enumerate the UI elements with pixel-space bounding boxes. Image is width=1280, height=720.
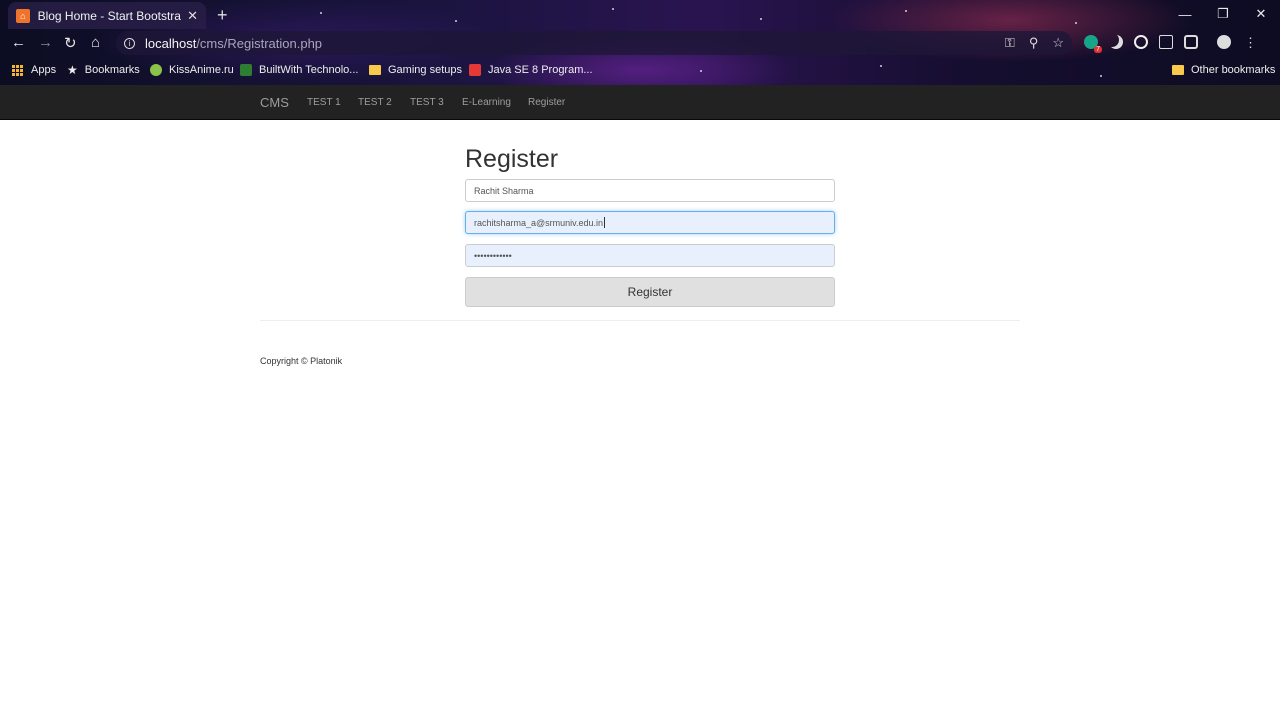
- url-host: localhost: [145, 35, 197, 51]
- tab-title: Blog Home - Start Bootstrap Tem: [37, 8, 182, 23]
- home-icon[interactable]: ⌂: [91, 34, 100, 51]
- close-tab-icon[interactable]: ✕: [187, 8, 198, 24]
- bookmark-label: Gaming setups: [388, 64, 462, 76]
- folder-icon: [369, 65, 381, 75]
- address-bar[interactable]: i localhost /cms/Registration.php ⚿ ⚲ ☆: [116, 31, 1072, 55]
- text-caret: [604, 217, 606, 228]
- page-title: Register: [465, 145, 559, 173]
- nav-link-test1[interactable]: TEST 1: [307, 97, 341, 108]
- profile-avatar-icon[interactable]: [1217, 35, 1231, 49]
- bookmark-label: Java SE 8 Program...: [488, 64, 593, 76]
- bookmark-star-icon[interactable]: ☆: [1052, 35, 1064, 51]
- maximize-icon[interactable]: ❐: [1204, 0, 1242, 28]
- bookmark-builtwith[interactable]: BuiltWith Technolo...: [240, 64, 358, 76]
- folder-icon: [1172, 65, 1184, 75]
- apps-grid-icon: [12, 64, 23, 76]
- kissanime-icon: [150, 64, 162, 76]
- cast-icon[interactable]: [1184, 35, 1198, 49]
- browser-tab[interactable]: ⌂ Blog Home - Start Bootstrap Tem ✕: [8, 2, 206, 29]
- bookmark-label: Bookmarks: [84, 64, 140, 76]
- nav-link-test2[interactable]: TEST 2: [358, 97, 392, 108]
- site-info-icon[interactable]: i: [124, 37, 135, 49]
- bookmarks-bar: Apps ★ Bookmarks KissAnime.ru BuiltWith …: [0, 58, 1280, 82]
- close-window-icon[interactable]: ✕: [1242, 0, 1280, 28]
- register-button[interactable]: Register: [465, 277, 835, 307]
- email-input-value: rachitsharma_a@srmuniv.edu.in: [474, 217, 604, 228]
- oracle-icon: [469, 64, 481, 76]
- zoom-icon[interactable]: ⚲: [1029, 35, 1039, 51]
- menu-dots-icon[interactable]: ⋮: [1244, 35, 1257, 51]
- nav-link-register[interactable]: Register: [528, 97, 565, 108]
- reload-icon[interactable]: ↻: [64, 34, 77, 52]
- nav-link-elearning[interactable]: E-Learning: [462, 97, 511, 108]
- back-icon[interactable]: ←: [11, 34, 26, 51]
- bookmark-java[interactable]: Java SE 8 Program...: [469, 64, 593, 76]
- star-icon: ★: [67, 63, 78, 77]
- forward-icon[interactable]: →: [38, 34, 53, 51]
- browser-toolbar: ← → ↻ ⌂ i localhost /cms/Registration.ph…: [0, 29, 1280, 57]
- bookmark-apps[interactable]: Apps: [12, 64, 56, 76]
- speed-dial-icon[interactable]: [1134, 35, 1148, 49]
- footer-divider: [260, 320, 1020, 321]
- extension-badge: 7: [1094, 46, 1102, 53]
- bookmark-bookmarks[interactable]: ★ Bookmarks: [67, 63, 140, 77]
- name-input[interactable]: Rachit Sharma: [465, 179, 835, 202]
- builtwith-icon: [240, 64, 252, 76]
- navbar-brand[interactable]: CMS: [260, 95, 289, 110]
- nav-link-test3[interactable]: TEST 3: [410, 97, 444, 108]
- bookmark-other[interactable]: Other bookmarks: [1172, 64, 1275, 76]
- new-tab-icon[interactable]: +: [217, 5, 228, 26]
- extension-icons: 7 ⋮: [1084, 35, 1257, 53]
- key-icon[interactable]: ⚿: [1005, 35, 1015, 51]
- name-input-value: Rachit Sharma: [474, 185, 534, 196]
- bookmark-label: BuiltWith Technolo...: [259, 64, 359, 76]
- bookmark-label: KissAnime.ru: [169, 64, 234, 76]
- site-navbar: CMS TEST 1 TEST 2 TEST 3 E-Learning Regi…: [0, 85, 1280, 120]
- password-input-value: ••••••••••••: [474, 250, 512, 261]
- copyright-text: Copyright © Platonik: [260, 356, 343, 366]
- copy-extension-icon[interactable]: [1159, 35, 1173, 49]
- bookmark-label: Apps: [31, 64, 57, 76]
- url-path: /cms/Registration.php: [196, 35, 323, 51]
- site-favicon-icon: ⌂: [16, 8, 30, 23]
- dark-mode-icon[interactable]: [1109, 35, 1123, 49]
- minimize-icon[interactable]: —: [1166, 0, 1204, 28]
- password-input[interactable]: ••••••••••••: [465, 244, 835, 267]
- bookmark-gaming-setups[interactable]: Gaming setups: [369, 64, 462, 76]
- grammarly-extension-icon[interactable]: 7: [1084, 35, 1102, 53]
- window-controls: — ❐ ✕: [1166, 0, 1280, 28]
- bookmark-label: Other bookmarks: [1191, 64, 1276, 76]
- bookmark-kissanime[interactable]: KissAnime.ru: [150, 64, 234, 76]
- email-input[interactable]: rachitsharma_a@srmuniv.edu.in: [465, 211, 835, 234]
- browser-chrome: ⌂ Blog Home - Start Bootstrap Tem ✕ + — …: [0, 0, 1280, 85]
